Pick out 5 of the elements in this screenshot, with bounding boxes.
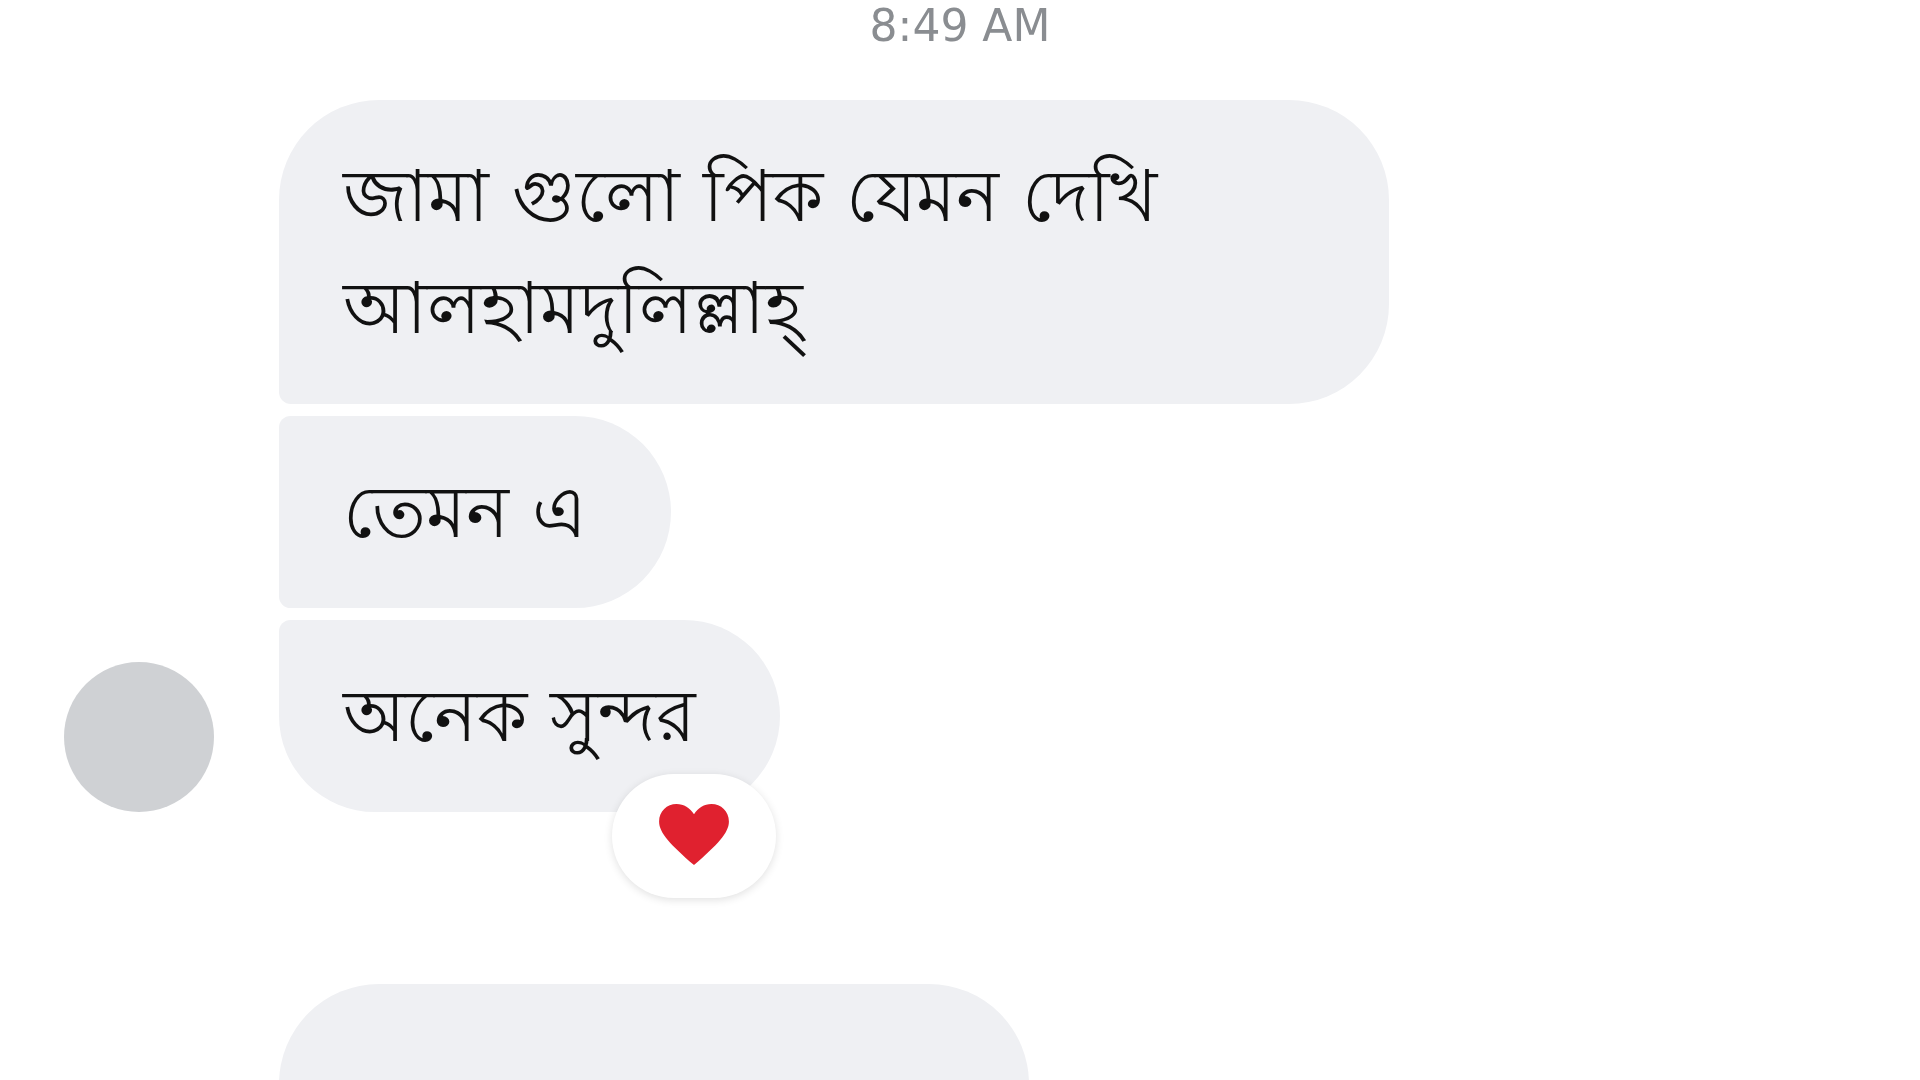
message-bubble: অনেক সুন্দর: [279, 620, 780, 812]
message-bubble: জামা গুলো পিক যেমন দেখি আলহামদুলিল্লাহ্: [279, 100, 1389, 404]
heart-icon: [657, 804, 730, 868]
message-timestamp: 8:49 AM: [868, 0, 1052, 52]
message-bubble: তেমন এ: [279, 416, 671, 608]
